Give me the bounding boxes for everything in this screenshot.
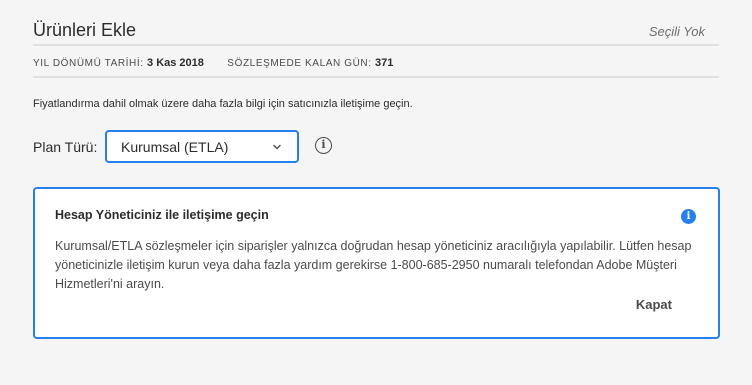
chevron-down-icon — [273, 144, 281, 150]
page-title: Ürünleri Ekle — [33, 20, 137, 40]
anniversary-date-label: YIL DÖNÜMÜ TARİHİ: — [33, 58, 144, 69]
close-button[interactable]: Kapat — [636, 297, 672, 312]
pricing-info-text: Fiyatlandırma dahil olmak üzere daha faz… — [33, 98, 413, 110]
info-filled-icon: i — [681, 209, 696, 224]
alert-title: Hesap Yöneticiniz ile iletişime geçin — [55, 208, 269, 222]
header: Ürünleri Ekle Seçili Yok — [33, 20, 719, 42]
anniversary-date-value: 3 Kas 2018 — [147, 57, 204, 69]
plan-type-selected-value: Kurumsal (ETLA) — [121, 139, 229, 155]
remaining-days: SÖZLEŞMEDE KALAN GÜN: 371 — [227, 57, 393, 69]
plan-type-select[interactable]: Kurumsal (ETLA) — [105, 130, 299, 163]
add-products-page: Ürünleri Ekle Seçili Yok YIL DÖNÜMÜ TARİ… — [0, 0, 752, 385]
account-manager-alert: Hesap Yöneticiniz ile iletişime geçin i … — [33, 187, 720, 339]
remaining-days-label: SÖZLEŞMEDE KALAN GÜN: — [227, 58, 372, 69]
selection-status: Seçili Yok — [648, 24, 705, 39]
remaining-days-value: 371 — [375, 57, 394, 69]
info-outline-icon[interactable]: i — [315, 137, 332, 154]
anniversary-date: YIL DÖNÜMÜ TARİHİ: 3 Kas 2018 — [33, 57, 204, 69]
divider-top — [33, 44, 719, 46]
divider-bottom — [33, 76, 719, 78]
plan-type-label: Plan Türü: — [33, 139, 98, 155]
alert-body: Kurumsal/ETLA sözleşmeler için siparişle… — [55, 239, 692, 291]
contract-meta: YIL DÖNÜMÜ TARİHİ: 3 Kas 2018 SÖZLEŞMEDE… — [33, 57, 413, 71]
